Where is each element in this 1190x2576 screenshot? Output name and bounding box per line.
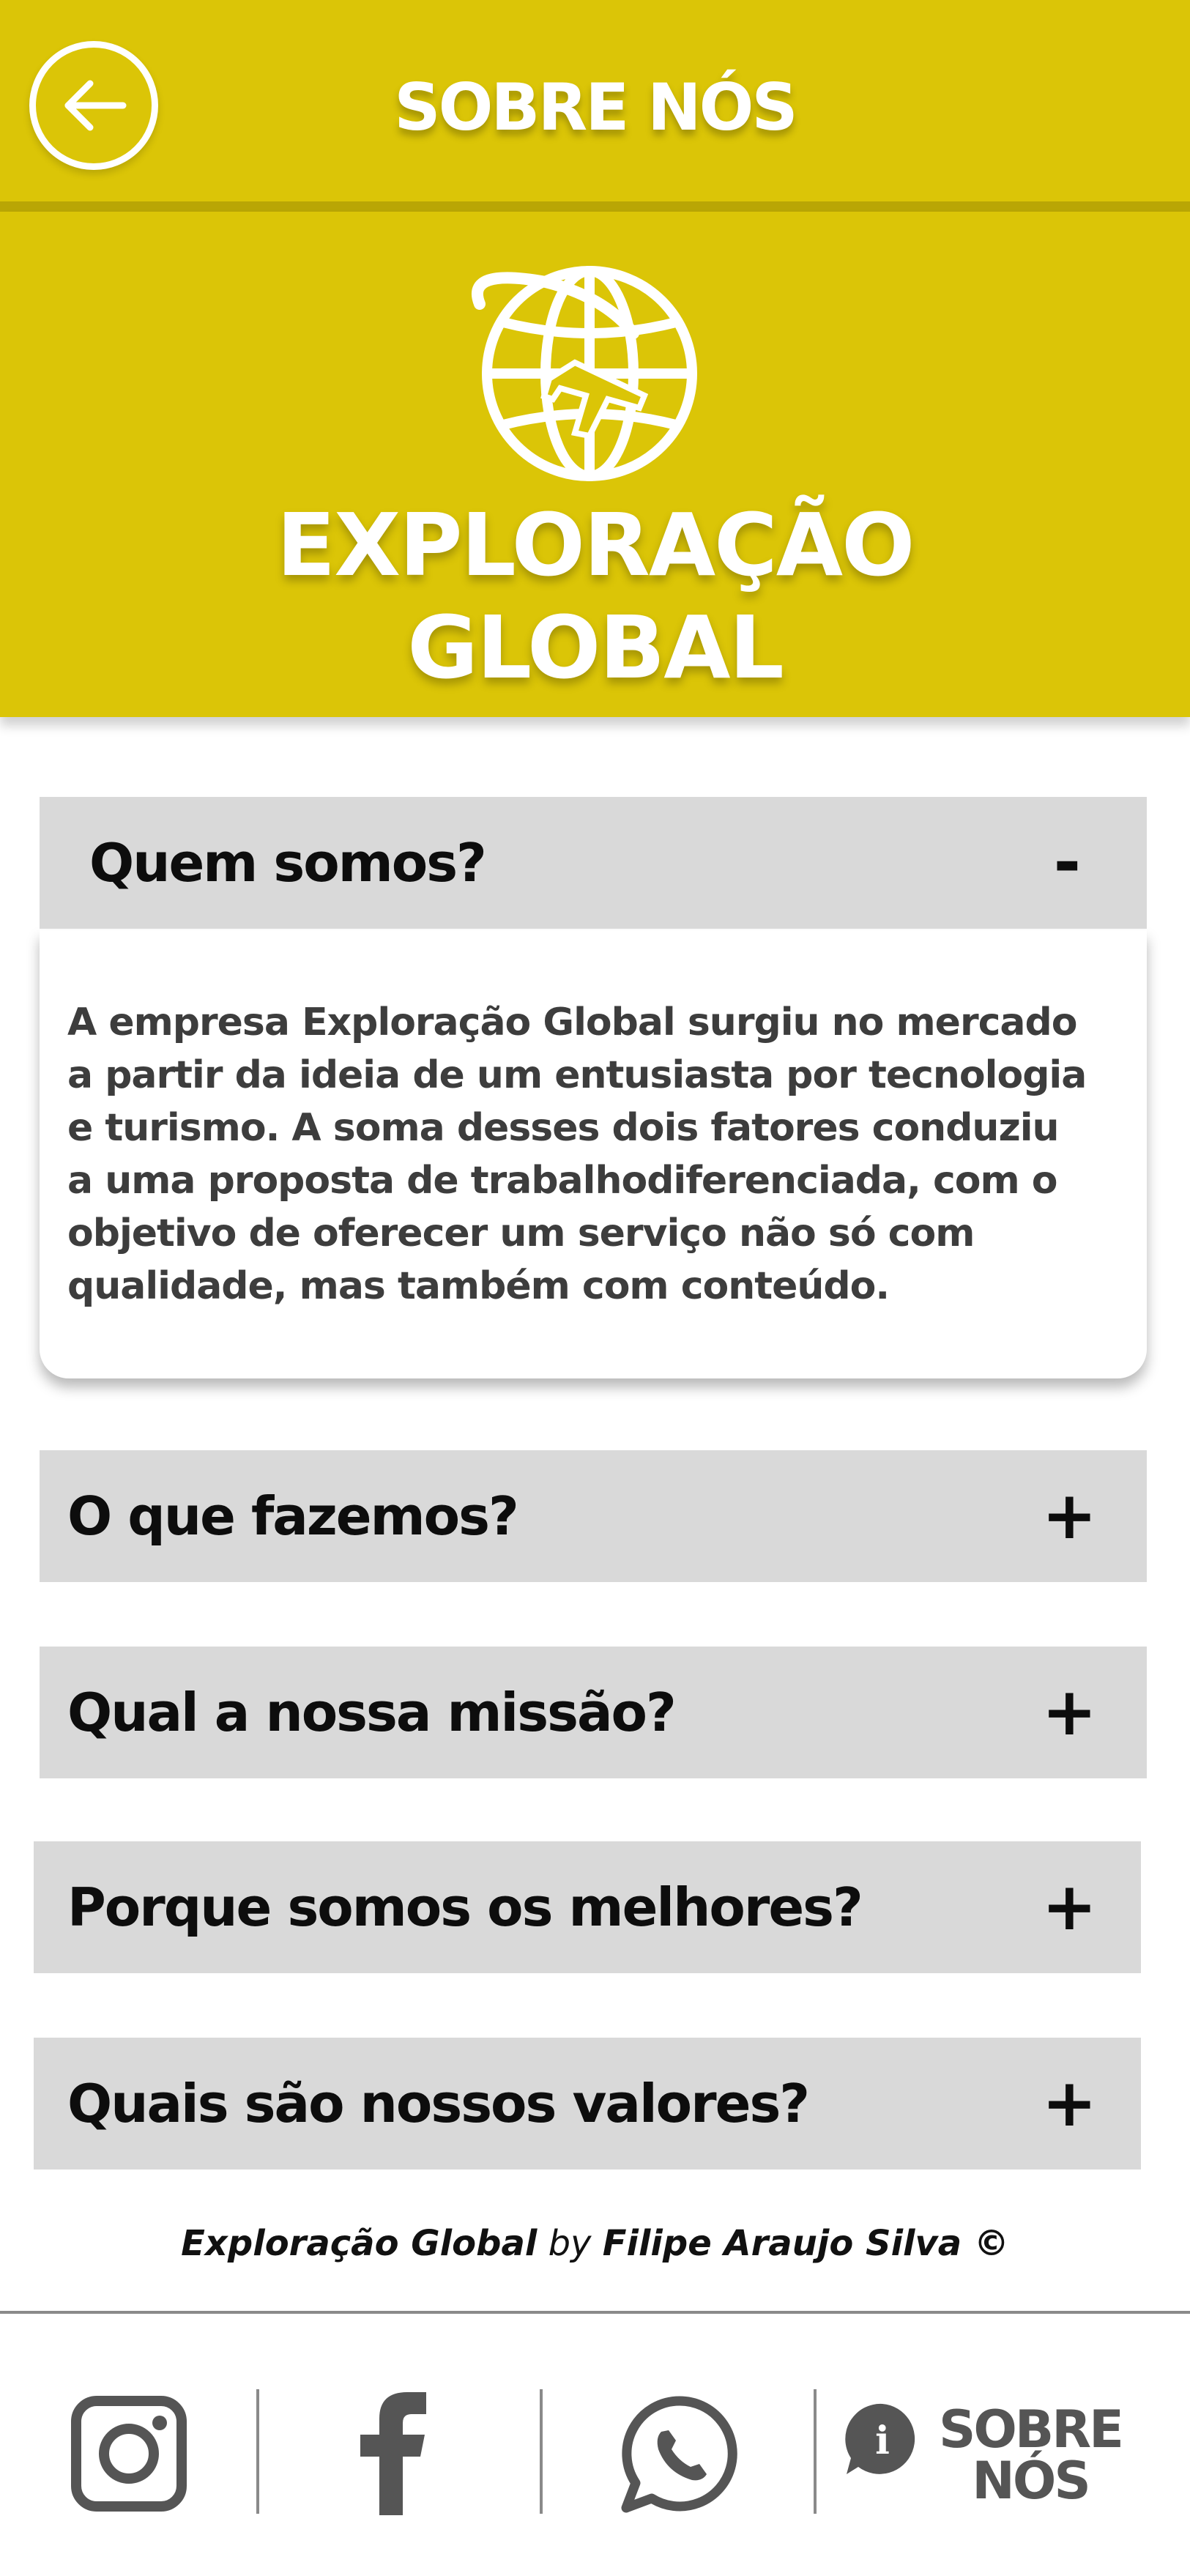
- about-label[interactable]: SOBRE NÓS: [939, 2399, 1124, 2511]
- accordion-answer: A empresa Exploração Global surgiu no me…: [67, 1001, 1087, 1308]
- top-bar: SOBRE NÓS: [0, 0, 1190, 212]
- instagram-link[interactable]: [70, 2395, 187, 2512]
- nav-separator: [814, 2389, 817, 2514]
- accordion-question: Porque somos os melhores?: [67, 1877, 863, 1938]
- instagram-icon: [71, 2396, 187, 2512]
- whatsapp-link[interactable]: [619, 2394, 740, 2515]
- about-label-line-1: SOBRE: [939, 2399, 1124, 2460]
- accordion-question: O que fazemos?: [67, 1485, 519, 1547]
- header-divider: [0, 201, 1190, 212]
- bottom-nav-divider: [0, 2311, 1190, 2314]
- accordion-header-quem-somos[interactable]: Quem somos? -: [40, 797, 1147, 929]
- expand-icon: +: [1041, 1868, 1097, 1945]
- accordion-question: Qual a nossa missão?: [67, 1682, 677, 1743]
- brand-line-2: GLOBAL: [407, 597, 784, 698]
- footer-author: Filipe Araujo Silva ©: [602, 2223, 1009, 2264]
- svg-text:i: i: [875, 2419, 890, 2463]
- collapse-icon: -: [1053, 824, 1081, 901]
- accordion-header-o-que-fazemos[interactable]: O que fazemos? +: [40, 1450, 1147, 1582]
- page-title: SOBRE NÓS: [394, 70, 798, 145]
- accordion-question: Quem somos?: [89, 832, 487, 894]
- expand-icon: +: [1041, 1674, 1097, 1751]
- footer-brand: Exploração Global: [181, 2223, 538, 2264]
- hero-banner: EXPLORAÇÃO GLOBAL: [0, 212, 1190, 717]
- brand-name: EXPLORAÇÃO GLOBAL: [0, 494, 1190, 699]
- nav-separator: [540, 2389, 543, 2514]
- accordion-header-nossos-valores[interactable]: Quais são nossos valores? +: [34, 2038, 1141, 2169]
- globe-airplane-icon: [471, 266, 697, 481]
- footer-by: by: [548, 2223, 592, 2264]
- footer-credit: Exploração Global by Filipe Araujo Silva…: [0, 2223, 1190, 2264]
- accordion-header-nossa-missao[interactable]: Qual a nossa missão? +: [40, 1647, 1147, 1778]
- brand-line-1: EXPLORAÇÃO: [276, 494, 915, 595]
- whatsapp-icon: [621, 2396, 737, 2513]
- about-label-line-2: NÓS: [972, 2451, 1091, 2511]
- info-bubble-icon: i: [845, 2403, 915, 2474]
- facebook-icon: [360, 2392, 426, 2515]
- nav-separator: [256, 2389, 259, 2514]
- accordion-question: Quais são nossos valores?: [67, 2073, 810, 2134]
- expand-icon: +: [1041, 1477, 1097, 1554]
- accordion-header-somos-os-melhores[interactable]: Porque somos os melhores? +: [34, 1841, 1141, 1973]
- facebook-link[interactable]: [356, 2389, 429, 2515]
- expand-icon: +: [1041, 2065, 1097, 2142]
